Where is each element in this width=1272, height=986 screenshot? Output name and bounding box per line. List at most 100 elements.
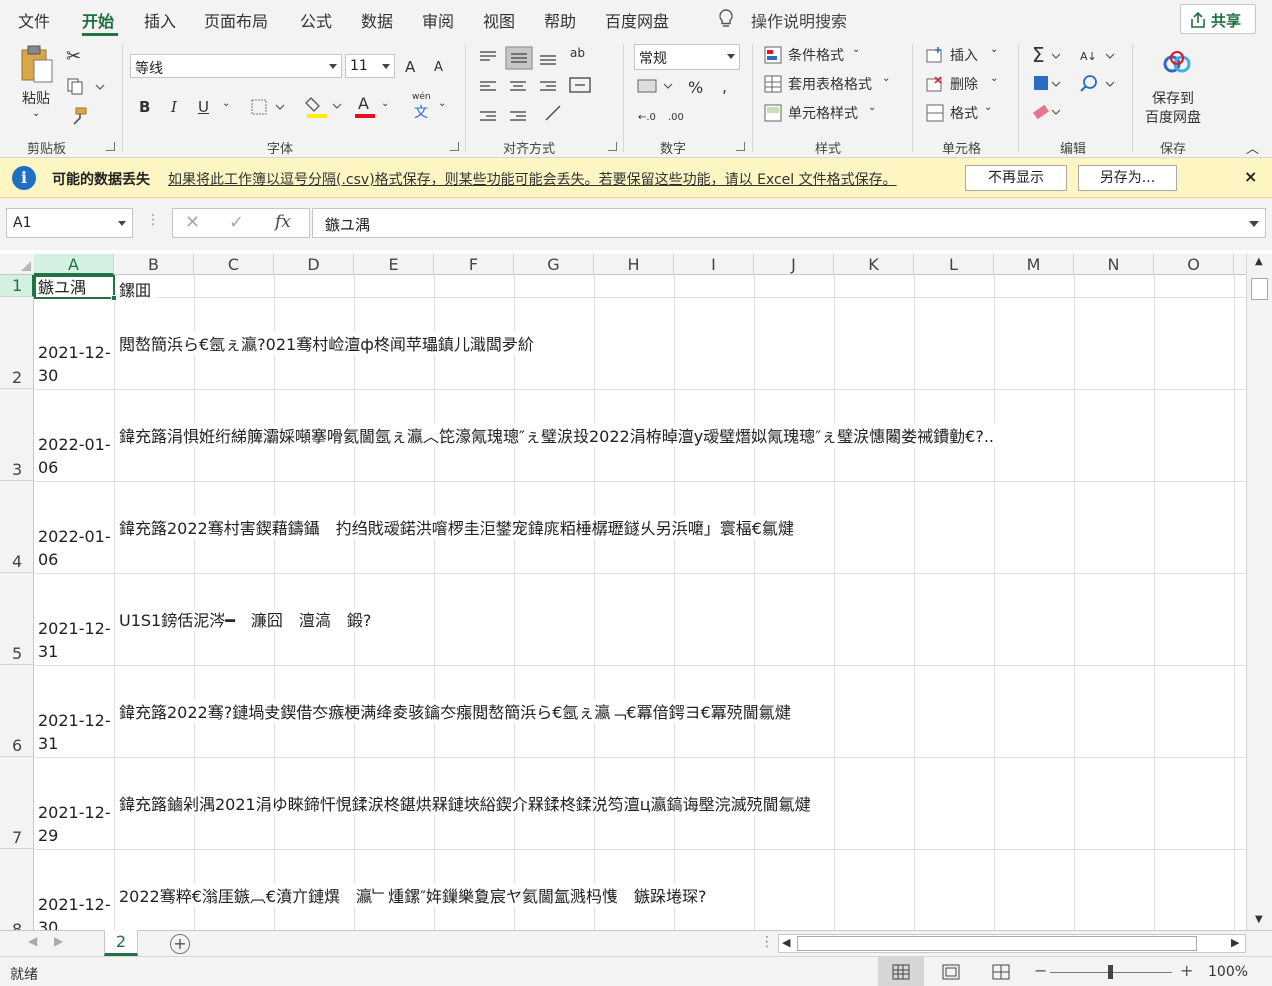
row-header-8[interactable]: 8 — [0, 849, 34, 930]
column-header-i[interactable]: I — [674, 254, 754, 275]
vertical-scrollbar[interactable]: ▲ ▼ — [1246, 254, 1272, 930]
font-color-button[interactable]: A ⌄ — [355, 94, 391, 120]
scroll-right-icon[interactable]: ▶ — [1231, 936, 1239, 949]
row-header-2[interactable]: 2 — [0, 297, 34, 389]
wrap-text-icon[interactable]: ab — [570, 46, 585, 60]
worksheet-grid[interactable]: ABCDEFGHIJKLMNO 1 鏃ユ湡 鏍囬 2 2021-12-30 閲嶅簡浜ら€氬… — [0, 250, 1272, 930]
horizontal-scroll-thumb[interactable] — [797, 936, 1197, 951]
tab-review[interactable]: 审阅 — [422, 8, 454, 32]
column-header-f[interactable]: F — [434, 254, 514, 275]
tab-baidu-netdisk[interactable]: 百度网盘 — [605, 8, 669, 32]
clipboard-dialog-launcher[interactable] — [106, 142, 115, 151]
horizontal-scrollbar[interactable]: ◀ ▶ — [778, 934, 1246, 953]
column-header-b[interactable]: B — [114, 254, 194, 275]
column-header-h[interactable]: H — [594, 254, 674, 275]
italic-button[interactable]: I — [171, 98, 177, 116]
number-format-icons[interactable]: % , ←.0 .00 — [636, 78, 736, 128]
number-format-dropdown[interactable]: 常规 — [634, 44, 740, 70]
phonetic-button[interactable]: wén 文 ⌄ — [412, 92, 448, 121]
underline-button[interactable]: U — [198, 98, 209, 116]
next-sheet-icon[interactable]: ▶ — [54, 934, 63, 948]
page-break-view-icon[interactable] — [992, 964, 1010, 980]
column-header-o[interactable]: O — [1154, 254, 1234, 275]
cell-b3[interactable]: 鍏充簬涓惧姙绗綈簲灞婇噸搴嗗氦閫氬ぇ瀛︿笓濠氞瑰璁″ぇ璧涙殶2022涓栫晫澶у叆… — [119, 423, 1000, 447]
copy-icon[interactable] — [66, 78, 106, 96]
grow-font-button[interactable]: A — [405, 58, 415, 76]
delete-cells-button[interactable]: 删除 ⌄ — [926, 73, 1006, 95]
column-header-g[interactable]: G — [514, 254, 594, 275]
cell-styles-button[interactable]: 单元格样式 ⌄ — [764, 102, 904, 124]
column-header-k[interactable]: K — [834, 254, 914, 275]
column-header-e[interactable]: E — [354, 254, 434, 275]
bold-button[interactable]: B — [139, 98, 150, 116]
collapse-ribbon-icon[interactable]: ︿ — [1246, 138, 1259, 157]
number-dialog-launcher[interactable] — [736, 142, 745, 151]
cell-a2[interactable]: 2021-12-30 — [38, 341, 112, 387]
fill-handle[interactable] — [111, 295, 117, 301]
normal-view-button[interactable] — [878, 957, 924, 986]
tab-home[interactable]: 开始 — [82, 8, 114, 32]
insert-function-icon[interactable]: fx — [275, 212, 291, 232]
font-dialog-launcher[interactable] — [450, 142, 459, 151]
format-as-table-button[interactable]: 套用表格格式 ⌄ — [764, 73, 904, 95]
row-header-4[interactable]: 4 — [0, 481, 34, 573]
tab-data[interactable]: 数据 — [361, 8, 393, 32]
share-button[interactable]: 共享 — [1180, 4, 1256, 34]
row-header-6[interactable]: 6 — [0, 665, 34, 757]
expand-formula-icon[interactable] — [1249, 221, 1259, 227]
zoom-level[interactable]: 100% — [1208, 964, 1248, 980]
warning-message[interactable]: 如果将此工作簿以逗号分隔(.csv)格式保存，则某些功能可能会丢失。若要保留这些… — [168, 169, 897, 189]
cell-a3[interactable]: 2022-01-06 — [38, 433, 112, 479]
column-header-d[interactable]: D — [274, 254, 354, 275]
chevron-down-icon[interactable]: ⌄ — [222, 98, 230, 109]
column-header-m[interactable]: M — [994, 254, 1074, 275]
column-header-a[interactable]: A — [34, 254, 114, 275]
cell-b4[interactable]: 鍏充簬2022骞村害鍥藉鑄鑷 扚绉戝叆鍩洪噾椤圭洰鐢宠鍏庣粨棰樼瓑鐩乆另浜嚰」寰… — [119, 515, 800, 539]
editing-icons[interactable]: Σ A↓ — [1030, 44, 1120, 128]
save-as-button[interactable]: 另存为... — [1078, 165, 1177, 191]
select-all-icon[interactable] — [20, 260, 32, 272]
row-header-1[interactable]: 1 — [0, 275, 34, 297]
font-name-dropdown[interactable]: 等线 — [130, 54, 342, 78]
cell-b8[interactable]: 2022骞粹€滃厓鏃︹€濆亣鏈熼 瀛﹂煄鏍″姩鏁樂夐宸ヤ氦閫氳溅杩愯 鏃跺埢琛? — [119, 883, 713, 907]
tab-view[interactable]: 视图 — [483, 8, 515, 32]
tab-help[interactable]: 帮助 — [544, 8, 576, 32]
column-header-n[interactable]: N — [1074, 254, 1154, 275]
cell-a4[interactable]: 2022-01-06 — [38, 525, 112, 571]
tab-insert[interactable]: 插入 — [144, 8, 176, 32]
cell-b7[interactable]: 鍏充簬鏀剁湡2021涓ゆ睞鍗忓悓鍒涙柊鍖烘槑鏈埉綌鍥介槑鍒柊鍒涚笉澶ц瀛鎬诲壂浣… — [119, 791, 817, 815]
add-sheet-icon[interactable]: + — [170, 934, 190, 954]
row-header-3[interactable]: 3 — [0, 389, 34, 481]
font-size-dropdown[interactable]: 11 — [345, 54, 395, 78]
cancel-icon[interactable]: ✕ — [185, 212, 200, 233]
format-painter-icon[interactable] — [68, 106, 88, 126]
zoom-out-icon[interactable]: − — [1034, 961, 1047, 980]
tab-file[interactable]: 文件 — [18, 8, 50, 32]
tab-page-layout[interactable]: 页面布局 — [204, 8, 268, 32]
cell-b6[interactable]: 鍏充簬2022骞?鏈堝叏鍥借冭瘯梗满绛夌骇鑰冭瘬閲嶅簡浜ら€氬ぇ瀛﹁€冪偣鍔ヨ€… — [119, 699, 797, 723]
format-cells-button[interactable]: 格式 ⌄ — [926, 102, 1006, 124]
shrink-font-button[interactable]: A — [434, 60, 443, 75]
alignment-icons[interactable] — [476, 46, 626, 130]
scroll-up-icon[interactable]: ▲ — [1255, 256, 1263, 267]
dont-show-again-button[interactable]: 不再显示 — [965, 165, 1067, 191]
scroll-down-icon[interactable]: ▼ — [1255, 914, 1263, 925]
column-header-l[interactable]: L — [914, 254, 994, 275]
conditional-formatting-button[interactable]: 条件格式 ⌄ — [764, 44, 904, 66]
cell-a8[interactable]: 2021-12-30 — [38, 893, 112, 930]
zoom-slider-thumb[interactable] — [1108, 965, 1113, 979]
row-header-5[interactable]: 5 — [0, 573, 34, 665]
paste-button[interactable]: 粘贴 ⌄ — [14, 44, 60, 124]
borders-icon[interactable] — [250, 98, 290, 116]
tab-splitter-icon[interactable]: ⋮ — [760, 934, 774, 950]
sheet-tab[interactable]: 2 — [104, 930, 138, 956]
save-to-baidu-button[interactable]: 保存到 百度网盘 — [1140, 50, 1214, 126]
formula-input[interactable]: 鏃ユ湡 — [312, 208, 1266, 238]
close-icon[interactable]: × — [1244, 167, 1257, 186]
cell-a7[interactable]: 2021-12-29 — [38, 801, 112, 847]
tab-formulas[interactable]: 公式 — [300, 8, 332, 32]
insert-cells-button[interactable]: 插入 ⌄ — [926, 44, 1006, 66]
tell-me-search[interactable]: 操作说明搜索 — [751, 8, 847, 32]
prev-sheet-icon[interactable]: ◀ — [28, 934, 37, 948]
cell-b5[interactable]: U1S1鎊佸泥涔━ 濂囧 澶滈 鍛? — [119, 607, 378, 631]
